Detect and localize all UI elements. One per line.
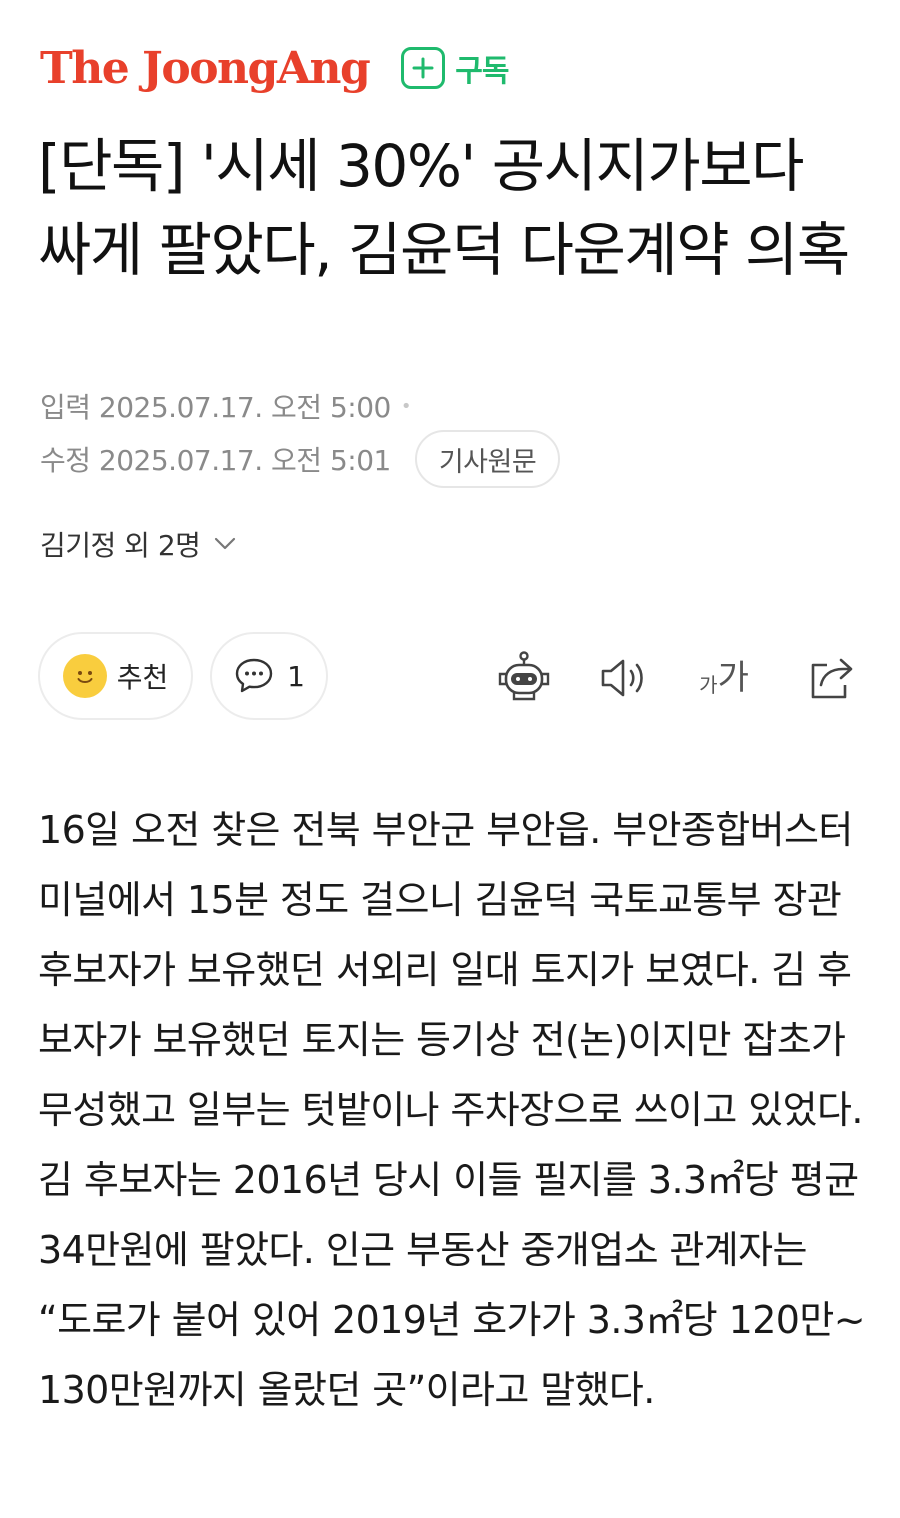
smile-icon [62, 654, 107, 698]
share-icon [811, 658, 853, 699]
joongang-logo[interactable]: The JoongAng [40, 43, 371, 94]
plus-icon [401, 47, 446, 89]
speaker-icon [601, 659, 643, 697]
published-text: 입력 2025.07.17. 오전 5:00 [40, 391, 391, 424]
comment-icon [235, 658, 273, 693]
modified-text: 수정 2025.07.17. 오전 5:01 [40, 444, 391, 477]
subscribe-label: 구독 [455, 54, 509, 89]
action-bar: 추천 1 가 가 [38, 632, 862, 722]
article-headline: [단독] '시세 30%' 공시지가보다 싸게 팔았다, 김윤덕 다운계약 의혹 [38, 132, 850, 284]
recommend-label: 추천 [116, 661, 169, 694]
chevron-down-icon [215, 537, 236, 550]
modified-date: 수정 2025.07.17. 오전 5:01 기사원문 [40, 430, 561, 488]
recommend-button[interactable]: 추천 [38, 632, 193, 720]
author-label: 김기정 외 2명 [40, 529, 201, 562]
separator-dot: • [400, 395, 412, 417]
font-size-button[interactable]: 가 가 [694, 650, 754, 706]
share-button[interactable] [802, 650, 862, 706]
font-large-glyph: 가 [717, 658, 749, 698]
robot-icon [498, 651, 550, 701]
read-aloud-button[interactable] [594, 650, 654, 706]
subscribe-button[interactable]: 구독 [401, 46, 509, 90]
original-article-button[interactable]: 기사원문 [414, 430, 561, 488]
article-body: 16일 오전 찾은 전북 부안군 부안읍. 부안종합버스터미널에서 15분 정도… [38, 808, 866, 1412]
published-date: 입력 2025.07.17. 오전 5:00 • [40, 386, 411, 426]
font-size-icon: 가 가 [699, 661, 749, 695]
comment-count: 1 [287, 659, 305, 693]
header: The JoongAng 구독 [40, 38, 509, 98]
font-small-glyph: 가 [699, 673, 718, 697]
ai-summary-button[interactable] [494, 650, 554, 706]
comment-button[interactable]: 1 [210, 632, 328, 720]
author-toggle[interactable]: 김기정 외 2명 [40, 524, 236, 564]
